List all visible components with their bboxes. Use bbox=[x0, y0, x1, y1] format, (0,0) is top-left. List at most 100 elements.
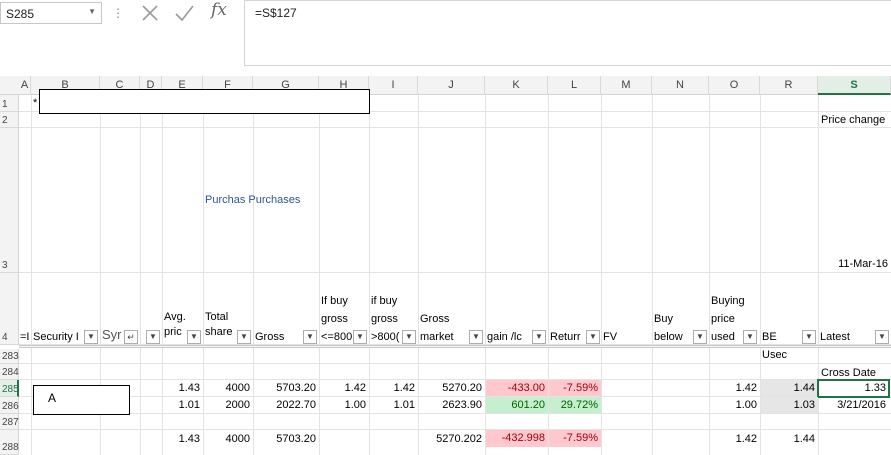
row-header-288[interactable]: 288 bbox=[0, 430, 19, 455]
formula-bar-area: S285 ▼ ⋮ fx =S$127 bbox=[0, 0, 891, 72]
header-latest: Latest bbox=[820, 331, 850, 343]
filter-dropdown-icon[interactable]: ▼ bbox=[693, 330, 707, 344]
filter-dropdown-icon[interactable]: ▼ bbox=[303, 330, 317, 344]
filter-dropdown-icon[interactable]: ▼ bbox=[875, 330, 889, 344]
column-header-n[interactable]: N bbox=[652, 76, 709, 95]
column-header-s[interactable]: S bbox=[818, 76, 891, 95]
column-header-k[interactable]: K bbox=[485, 76, 548, 95]
header-buying-price-used: Buying price used bbox=[711, 295, 745, 343]
cell-f288[interactable]: 4000 bbox=[203, 432, 253, 446]
cell-r286[interactable]: 1.03 bbox=[761, 397, 818, 413]
cell-h285[interactable]: 1.42 bbox=[319, 381, 369, 395]
column-header-m[interactable]: M bbox=[601, 76, 652, 95]
column-header-r[interactable]: R bbox=[760, 76, 818, 95]
freeze-pane-divider bbox=[19, 345, 891, 348]
header-be-used: BE Usec bbox=[762, 331, 788, 361]
formula-input[interactable]: =S$127 bbox=[244, 0, 891, 66]
chevron-down-icon[interactable]: ▼ bbox=[88, 7, 96, 16]
column-header-j[interactable]: J bbox=[418, 76, 485, 95]
cell-e288[interactable]: 1.43 bbox=[162, 432, 203, 446]
name-box[interactable]: S285 ▼ bbox=[0, 2, 102, 24]
cell-g285[interactable]: 5703.20 bbox=[253, 381, 319, 395]
cell-i286[interactable]: 1.01 bbox=[369, 398, 418, 412]
filter-dropdown-icon[interactable]: ▼ bbox=[743, 330, 757, 344]
cell-o286[interactable]: 1.00 bbox=[709, 398, 760, 412]
cell-s2[interactable]: Price change bbox=[821, 113, 891, 127]
cell-s284[interactable]: Cross Date bbox=[821, 366, 876, 380]
row-header-283[interactable]: 283 bbox=[0, 349, 19, 364]
header-avg-price: Avg. pric bbox=[164, 311, 186, 338]
column-header-o[interactable]: O bbox=[709, 76, 760, 95]
row-header-4[interactable]: 4 bbox=[0, 273, 19, 345]
column-header-l[interactable]: L bbox=[548, 76, 601, 95]
cell-j288[interactable]: 5270.202 bbox=[418, 432, 485, 446]
cell-s286[interactable]: 3/21/2016 bbox=[818, 398, 889, 412]
worksheet-grid[interactable]: A B C D E F G H I J K L M N O R S 1 2 3 … bbox=[0, 72, 891, 455]
sort-filter-icon[interactable]: ↵ bbox=[124, 330, 138, 344]
header-gross: Gross bbox=[255, 331, 285, 343]
cell-s3-date[interactable]: 11-Mar-16 bbox=[818, 257, 891, 271]
security-textbox[interactable]: A bbox=[33, 385, 130, 415]
active-cell-selection bbox=[817, 379, 890, 398]
header-a4: =I bbox=[20, 331, 30, 343]
row-header-3[interactable]: 3 bbox=[0, 128, 19, 273]
cell-l288[interactable]: -7.59% bbox=[549, 430, 601, 447]
filter-dropdown-icon[interactable]: ▼ bbox=[146, 330, 160, 344]
checkmark-icon[interactable] bbox=[174, 2, 194, 24]
x-icon[interactable] bbox=[140, 2, 160, 24]
row-header-286[interactable]: 286 bbox=[0, 397, 19, 414]
header-buy-below: Buy below bbox=[654, 313, 683, 343]
filter-dropdown-icon[interactable]: ▼ bbox=[237, 330, 251, 344]
header-gross-market: Gross market bbox=[420, 313, 454, 343]
purchases-label[interactable]: Purchas Purchases bbox=[205, 193, 300, 207]
cell-j285[interactable]: 5270.20 bbox=[418, 381, 485, 395]
cell-l286[interactable]: 29.72% bbox=[549, 397, 601, 413]
header-return: Returr bbox=[550, 331, 581, 343]
cell-e286[interactable]: 1.01 bbox=[162, 398, 203, 412]
cell-f285[interactable]: 4000 bbox=[203, 381, 253, 395]
header-fv: FV bbox=[603, 331, 618, 343]
cell-k288[interactable]: -432.998 bbox=[486, 430, 548, 447]
header-if-buy-gt: if buy gross >800( bbox=[371, 295, 400, 343]
cell-g286[interactable]: 2022.70 bbox=[253, 398, 319, 412]
drag-handle-icon[interactable]: ⋮ bbox=[112, 6, 124, 20]
cell-i285[interactable]: 1.42 bbox=[369, 381, 418, 395]
cell-g288[interactable]: 5703.20 bbox=[253, 432, 319, 446]
cell-a1[interactable]: * bbox=[33, 96, 37, 110]
cell-r285[interactable]: 1.44 bbox=[761, 380, 818, 396]
cell-j286[interactable]: 2623.90 bbox=[418, 398, 485, 412]
name-box-value: S285 bbox=[6, 7, 35, 21]
cell-o285[interactable]: 1.42 bbox=[709, 381, 760, 395]
filter-dropdown-icon[interactable]: ▼ bbox=[586, 330, 600, 344]
filter-dropdown-icon[interactable]: ▼ bbox=[532, 330, 546, 344]
formula-text: =S$127 bbox=[255, 6, 297, 20]
column-header-i[interactable]: I bbox=[369, 76, 418, 95]
row-header-2[interactable]: 2 bbox=[0, 112, 19, 128]
filter-dropdown-icon[interactable]: ▼ bbox=[802, 330, 816, 344]
cell-r288[interactable]: 1.44 bbox=[760, 432, 818, 446]
cell-o288[interactable]: 1.42 bbox=[709, 432, 760, 446]
row-header-284[interactable]: 284 bbox=[0, 364, 19, 380]
textbox-shape[interactable] bbox=[39, 89, 370, 114]
column-header-a[interactable]: A bbox=[19, 76, 31, 95]
row-header-285[interactable]: 285 bbox=[0, 380, 19, 397]
filter-dropdown-icon[interactable]: ▼ bbox=[187, 330, 201, 344]
cell-k285[interactable]: -433.00 bbox=[486, 380, 548, 396]
cell-h286[interactable]: 1.00 bbox=[319, 398, 369, 412]
row-header-1[interactable]: 1 bbox=[0, 95, 19, 112]
fx-icon[interactable]: fx bbox=[211, 0, 235, 24]
security-label: A bbox=[48, 391, 57, 405]
filter-dropdown-icon[interactable]: ▼ bbox=[469, 330, 483, 344]
fx-label: fx bbox=[211, 0, 227, 20]
filter-dropdown-icon[interactable]: ▼ bbox=[353, 330, 367, 344]
header-security: Security I bbox=[33, 331, 79, 343]
cell-l285[interactable]: -7.59% bbox=[549, 380, 601, 396]
cell-e285[interactable]: 1.43 bbox=[162, 381, 203, 395]
header-sym: Syr bbox=[102, 327, 122, 342]
filter-dropdown-icon[interactable]: ▼ bbox=[402, 330, 416, 344]
row-header-287[interactable]: 287 bbox=[0, 414, 19, 430]
filter-dropdown-icon[interactable]: ▼ bbox=[84, 330, 98, 344]
cell-f286[interactable]: 2000 bbox=[203, 398, 253, 412]
cell-k286[interactable]: 601.20 bbox=[486, 397, 548, 413]
header-gain-loss: gain /lc bbox=[487, 331, 522, 343]
